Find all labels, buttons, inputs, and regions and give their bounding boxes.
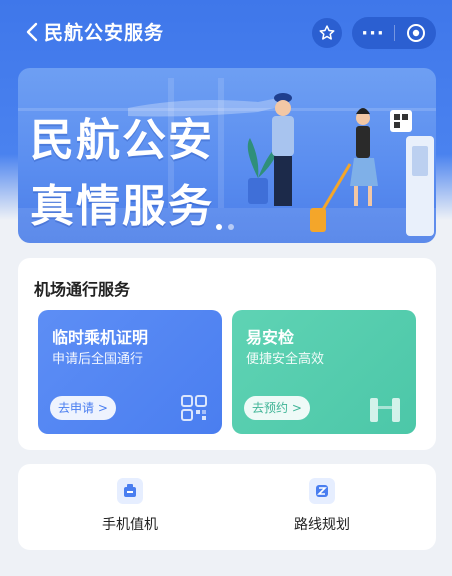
tile-title: 临时乘机证明 <box>52 328 149 347</box>
page-title: 民航公安服务 <box>44 22 165 44</box>
easy-security-check-tile[interactable]: 易安检 便捷安全高效 去预约 > <box>232 310 416 434</box>
favorite-button[interactable] <box>312 18 342 48</box>
airport-service-card: 机场通行服务 临时乘机证明 申请后全国通行 去申请 > 易安检 便捷安全高效 去… <box>18 258 436 450</box>
carousel-indicator <box>216 224 234 230</box>
back-button[interactable] <box>22 20 42 44</box>
banner-headline-1: 民航公安 <box>30 115 214 166</box>
quick-actions-card: 手机值机 路线规划 <box>18 464 436 550</box>
close-button[interactable] <box>395 17 436 49</box>
apply-button[interactable]: 去申请 > <box>50 396 116 420</box>
mobile-checkin-button[interactable]: 手机值机 <box>70 478 190 538</box>
route-planning-button[interactable]: 路线规划 <box>262 478 382 538</box>
target-close-icon <box>406 24 425 42</box>
tile-title: 易安检 <box>246 328 295 347</box>
carousel-dot[interactable] <box>216 224 222 230</box>
star-icon <box>319 25 335 40</box>
checkin-icon <box>117 478 143 504</box>
temp-boarding-certificate-tile[interactable]: 临时乘机证明 申请后全国通行 去申请 > <box>38 310 222 434</box>
navbar: 民航公安服务 ··· <box>0 0 452 64</box>
tile-subtitle: 便捷安全高效 <box>246 352 325 367</box>
qr-code-icon <box>181 395 207 421</box>
security-gate-icon <box>370 398 400 422</box>
banner-carousel[interactable]: 民航公安 真情服务 <box>18 68 436 243</box>
quick-item-label: 手机值机 <box>102 517 158 533</box>
tile-subtitle: 申请后全国通行 <box>52 352 144 367</box>
route-icon <box>309 478 335 504</box>
quick-item-label: 路线规划 <box>294 517 350 533</box>
banner-headline-2: 真情服务 <box>30 181 214 232</box>
carousel-dot[interactable] <box>228 224 234 230</box>
chevron-left-icon <box>26 22 38 42</box>
miniapp-capsule: ··· <box>352 17 436 49</box>
section-title: 机场通行服务 <box>34 280 131 299</box>
reserve-button[interactable]: 去预约 > <box>244 396 310 420</box>
more-button[interactable]: ··· <box>352 17 394 49</box>
